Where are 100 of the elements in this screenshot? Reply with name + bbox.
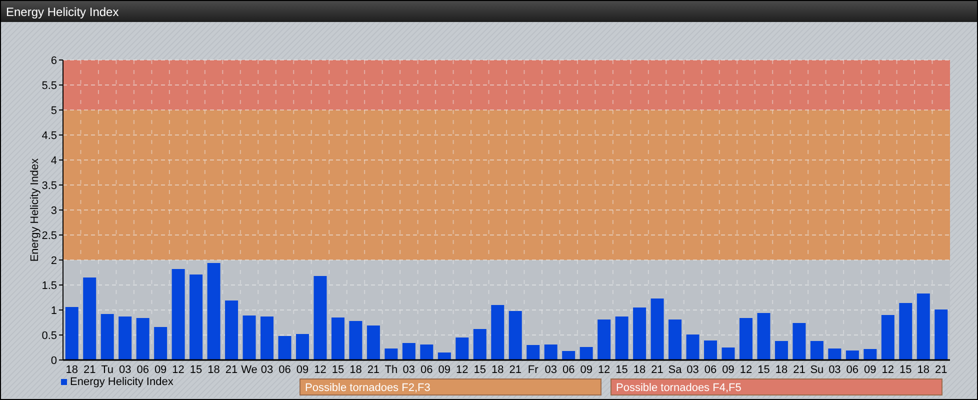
legend-label: Energy Helicity Index <box>70 376 174 388</box>
axis-label: 15 <box>758 364 770 376</box>
bar <box>598 320 611 360</box>
bar <box>562 351 576 360</box>
axis-label: 06 <box>136 364 149 376</box>
bar <box>242 316 256 360</box>
bar <box>792 323 806 360</box>
axis-label: 09 <box>722 364 734 376</box>
axis-label: 18 <box>66 364 78 376</box>
axis-label: 06 <box>846 364 859 376</box>
axis-label: 2 <box>50 255 57 267</box>
bar <box>154 327 168 360</box>
axis-label: 12 <box>740 364 752 376</box>
axis-label: 12 <box>314 364 326 376</box>
axis-label: 06 <box>704 364 717 376</box>
bar <box>136 318 150 360</box>
bar <box>349 321 362 360</box>
bar <box>491 305 504 360</box>
axis-label: 18 <box>350 364 362 376</box>
bar <box>118 316 132 360</box>
axis-label: Su <box>810 364 824 376</box>
axis-label: 03 <box>260 364 274 376</box>
axis-label: We <box>241 364 258 376</box>
bar <box>402 343 416 360</box>
bar <box>384 348 398 360</box>
bar <box>260 316 274 360</box>
bar <box>899 303 912 360</box>
bar <box>100 314 114 360</box>
window-title: Energy Helicity Index <box>6 4 119 18</box>
axis-label: 06 <box>278 364 291 376</box>
bar <box>580 347 593 360</box>
axis-label: 15 <box>616 364 628 376</box>
axis-label: Sa <box>668 364 682 376</box>
axis-label: 4 <box>50 155 57 167</box>
axis-label: 21 <box>367 364 380 376</box>
axis-label: 3 <box>50 205 57 217</box>
axis-label: 03 <box>828 364 841 376</box>
axis-label: 1 <box>50 305 57 317</box>
axis-label: 12 <box>598 364 610 376</box>
axis-label: 21 <box>935 364 948 376</box>
bar <box>774 341 788 360</box>
bar <box>65 307 78 360</box>
axis-label: 18 <box>775 364 788 376</box>
axis-label: Tu <box>101 364 114 376</box>
axis-label: 03 <box>544 364 557 376</box>
axis-label: 21 <box>509 364 522 376</box>
bar <box>810 341 824 360</box>
bar <box>668 320 682 360</box>
axis-label: 09 <box>580 364 592 376</box>
axis-label: 0.5 <box>42 330 57 342</box>
legend-label: Possible tornadoes F2,F3 <box>305 382 430 394</box>
bar <box>828 348 842 360</box>
bar <box>473 329 486 360</box>
axis-label: 15 <box>190 364 202 376</box>
axis-label: 18 <box>917 364 930 376</box>
bar <box>420 344 434 360</box>
axis-label: 03 <box>118 364 132 376</box>
axis-label: 0 <box>50 355 57 367</box>
axis-label: 18 <box>208 364 220 376</box>
axis-label: Fr <box>528 364 538 376</box>
bar <box>704 340 717 360</box>
axis-label: 15 <box>332 364 344 376</box>
bar <box>881 315 894 360</box>
axis-label: 12 <box>882 364 894 376</box>
axis-label: 15 <box>474 364 486 376</box>
axis-label: 03 <box>402 364 416 376</box>
axis-label: 5.5 <box>42 80 57 92</box>
axis-label: 06 <box>420 364 433 376</box>
bar <box>508 311 522 360</box>
bar <box>864 349 877 360</box>
bar <box>526 345 540 360</box>
bar <box>278 336 292 360</box>
bar <box>650 298 664 360</box>
axis-label: 06 <box>562 364 575 376</box>
bar <box>615 316 628 360</box>
bar <box>225 300 238 360</box>
bar <box>934 310 948 360</box>
axis-label: 2.5 <box>42 230 57 242</box>
axis-label: 21 <box>225 364 238 376</box>
axis-label: 09 <box>154 364 167 376</box>
bar <box>633 308 646 360</box>
axis-label: 21 <box>793 364 806 376</box>
axis-label: 21 <box>83 364 96 376</box>
axis-label: 12 <box>172 364 184 376</box>
axis-label: 09 <box>296 364 309 376</box>
axis-label: 3.5 <box>42 180 57 192</box>
bar <box>296 334 309 360</box>
axis-label: 09 <box>864 364 876 376</box>
axis-label: 6 <box>50 55 57 67</box>
axis-label: 03 <box>686 364 699 376</box>
bar <box>916 294 930 360</box>
legend-label: Possible tornadoes F4,F5 <box>616 382 742 394</box>
axis-label: 12 <box>456 364 468 376</box>
axis-label: 18 <box>633 364 646 376</box>
axis-label: 21 <box>651 364 664 376</box>
axis-label: 5 <box>50 105 57 117</box>
bar <box>740 318 752 360</box>
axis-title: Energy Helicity Index <box>29 158 41 262</box>
bar <box>331 318 344 360</box>
axis-label: 4.5 <box>42 130 57 142</box>
